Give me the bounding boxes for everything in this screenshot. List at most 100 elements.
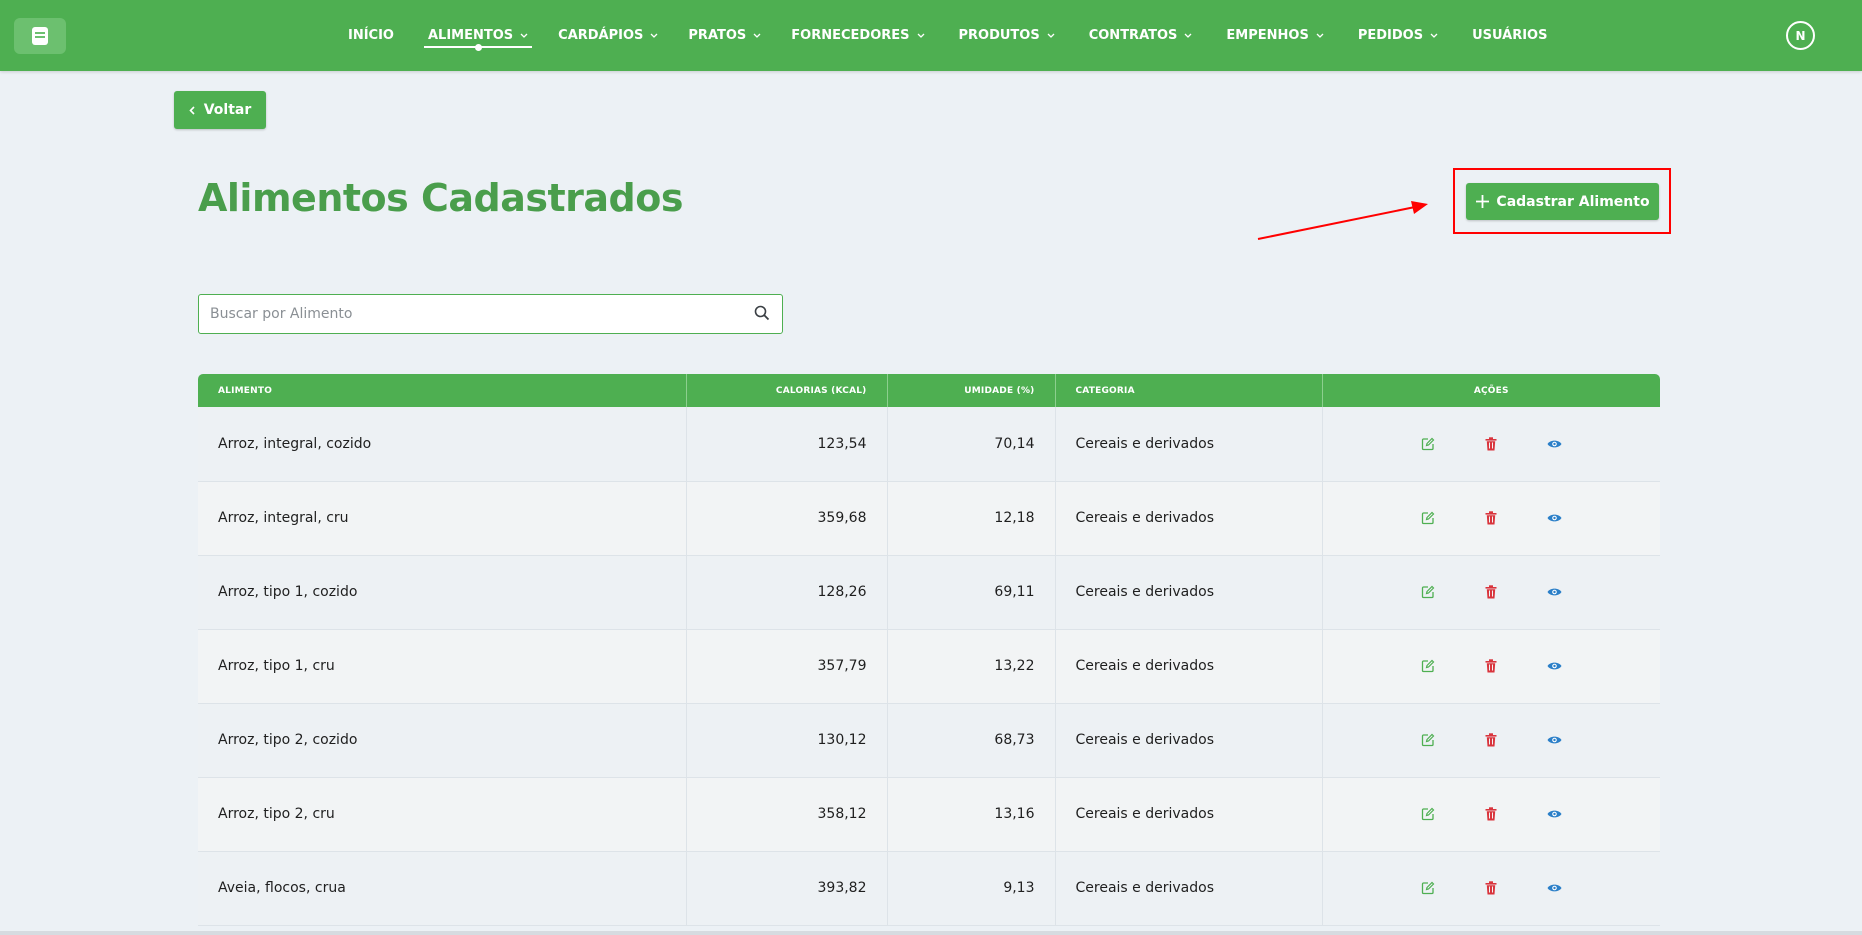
chevron-down-icon bbox=[1430, 33, 1438, 38]
cell-actions bbox=[1322, 703, 1660, 778]
add-food-button[interactable]: Cadastrar Alimento bbox=[1466, 183, 1659, 220]
chevron-down-icon bbox=[753, 33, 761, 38]
table-row: Arroz, integral, cru 359,68 12,18 Cereais e… bbox=[198, 481, 1660, 556]
row-actions bbox=[1343, 583, 1641, 601]
search-icon[interactable] bbox=[754, 305, 770, 325]
cell-humidity: 70,14 bbox=[887, 407, 1056, 482]
nav-item-fornecedores[interactable]: FORNECEDORES bbox=[791, 0, 924, 71]
eye-icon[interactable] bbox=[1545, 805, 1563, 823]
trash-icon[interactable] bbox=[1482, 879, 1500, 897]
nav-item-empenhos[interactable]: EMPENHOS bbox=[1226, 0, 1324, 71]
cell-food: Arroz, integral, cru bbox=[198, 481, 687, 556]
nav-item-label: EMPENHOS bbox=[1226, 28, 1309, 43]
cell-actions bbox=[1322, 777, 1660, 852]
cell-category: Cereais e derivados bbox=[1055, 703, 1323, 778]
eye-icon[interactable] bbox=[1545, 509, 1563, 527]
chevron-down-icon bbox=[1184, 33, 1192, 38]
nav-item-pedidos[interactable]: PEDIDOS bbox=[1358, 0, 1438, 71]
edit-icon[interactable] bbox=[1419, 731, 1437, 749]
row-actions bbox=[1343, 509, 1641, 527]
nav-item-label: ALIMENTOS bbox=[427, 28, 514, 43]
foods-table: ALIMENTO CALORIAS (KCAL) UMIDADE (%) CAT… bbox=[198, 374, 1660, 926]
header-food[interactable]: ALIMENTO bbox=[198, 374, 687, 407]
edit-icon[interactable] bbox=[1419, 583, 1437, 601]
nav-item-label: INÍCIO bbox=[348, 28, 394, 43]
edit-icon[interactable] bbox=[1419, 509, 1437, 527]
cell-actions bbox=[1322, 851, 1660, 926]
cell-calories: 358,12 bbox=[686, 777, 888, 852]
table-row: Arroz, tipo 2, cozido 130,12 68,73 Cereais … bbox=[198, 703, 1660, 778]
cell-category: Cereais e derivados bbox=[1055, 407, 1323, 482]
row-actions bbox=[1343, 435, 1641, 453]
active-nav-indicator bbox=[475, 44, 483, 51]
cell-food: Arroz, tipo 1, cru bbox=[198, 629, 687, 704]
eye-icon[interactable] bbox=[1545, 731, 1563, 749]
cell-humidity: 9,13 bbox=[887, 851, 1056, 926]
cell-actions bbox=[1322, 481, 1660, 556]
book-icon bbox=[32, 27, 48, 45]
nav-item-contratos[interactable]: CONTRATOS bbox=[1089, 0, 1193, 71]
trash-icon[interactable] bbox=[1482, 435, 1500, 453]
row-actions bbox=[1343, 731, 1641, 749]
trash-icon[interactable] bbox=[1482, 657, 1500, 675]
header-humidity[interactable]: UMIDADE (%) bbox=[887, 374, 1056, 407]
top-navbar: INÍCIO ALIMENTOS CARDÁPIOS PRATOS FORNECEDOR… bbox=[0, 0, 1862, 71]
chevron-down-icon bbox=[1047, 33, 1055, 38]
cell-food: Aveia, flocos, crua bbox=[198, 851, 687, 926]
nav-item-inicio[interactable]: INÍCIO bbox=[348, 0, 394, 71]
chevron-left-icon bbox=[189, 105, 195, 115]
cell-food: Arroz, tipo 2, cozido bbox=[198, 703, 687, 778]
eye-icon[interactable] bbox=[1545, 583, 1563, 601]
cell-humidity: 13,22 bbox=[887, 629, 1056, 704]
header-actions: AÇÕES bbox=[1322, 374, 1660, 407]
cell-category: Cereais e derivados bbox=[1055, 555, 1323, 630]
cell-food: Arroz, tipo 2, cru bbox=[198, 777, 687, 852]
edit-icon[interactable] bbox=[1419, 805, 1437, 823]
add-food-button-label: Cadastrar Alimento bbox=[1496, 193, 1650, 210]
search-input[interactable] bbox=[199, 295, 739, 333]
nav-item-label: CARDÁPIOS bbox=[558, 28, 644, 43]
row-actions bbox=[1343, 879, 1641, 897]
edit-icon[interactable] bbox=[1419, 435, 1437, 453]
cell-actions bbox=[1322, 555, 1660, 630]
eye-icon[interactable] bbox=[1545, 435, 1563, 453]
nav-item-label: PEDIDOS bbox=[1357, 28, 1424, 43]
eye-icon[interactable] bbox=[1545, 657, 1563, 675]
table-row: Arroz, tipo 1, cozido 128,26 69,11 Cereais … bbox=[198, 555, 1660, 630]
nav-item-label: CONTRATOS bbox=[1088, 28, 1178, 43]
header-calories[interactable]: CALORIAS (KCAL) bbox=[686, 374, 888, 407]
bottom-edge bbox=[0, 931, 1862, 935]
cell-category: Cereais e derivados bbox=[1055, 629, 1323, 704]
chevron-down-icon bbox=[1316, 33, 1324, 38]
back-button[interactable]: Voltar bbox=[174, 91, 266, 129]
cell-category: Cereais e derivados bbox=[1055, 481, 1323, 556]
nav-item-usuarios[interactable]: USUÁRIOS bbox=[1472, 0, 1547, 71]
chevron-down-icon bbox=[520, 33, 528, 38]
nav-item-cardapios[interactable]: CARDÁPIOS bbox=[558, 0, 658, 71]
table-header-row: ALIMENTO CALORIAS (KCAL) UMIDADE (%) CAT… bbox=[198, 374, 1660, 407]
table-row: Arroz, integral, cozido 123,54 70,14 Cereai… bbox=[198, 407, 1660, 482]
edit-icon[interactable] bbox=[1419, 879, 1437, 897]
user-avatar[interactable]: N bbox=[1786, 21, 1815, 50]
chevron-down-icon bbox=[917, 33, 925, 38]
header-category[interactable]: CATEGORIA bbox=[1055, 374, 1323, 407]
nav-item-pratos[interactable]: PRATOS bbox=[688, 0, 761, 71]
chevron-down-icon bbox=[650, 33, 658, 38]
cell-food: Arroz, integral, cozido bbox=[198, 407, 687, 482]
cell-calories: 357,79 bbox=[686, 629, 888, 704]
table-row: Arroz, tipo 1, cru 357,79 13,22 Cereais e d… bbox=[198, 629, 1660, 704]
eye-icon[interactable] bbox=[1545, 879, 1563, 897]
edit-icon[interactable] bbox=[1419, 657, 1437, 675]
nav-item-alimentos[interactable]: ALIMENTOS bbox=[423, 0, 533, 71]
cell-humidity: 12,18 bbox=[887, 481, 1056, 556]
cell-calories: 359,68 bbox=[686, 481, 888, 556]
trash-icon[interactable] bbox=[1482, 583, 1500, 601]
trash-icon[interactable] bbox=[1482, 805, 1500, 823]
app-logo[interactable] bbox=[14, 18, 66, 54]
trash-icon[interactable] bbox=[1482, 509, 1500, 527]
nav-item-produtos[interactable]: PRODUTOS bbox=[959, 0, 1055, 71]
cell-category: Cereais e derivados bbox=[1055, 851, 1323, 926]
page-title: Alimentos Cadastrados bbox=[198, 176, 683, 220]
cell-calories: 130,12 bbox=[686, 703, 888, 778]
trash-icon[interactable] bbox=[1482, 731, 1500, 749]
